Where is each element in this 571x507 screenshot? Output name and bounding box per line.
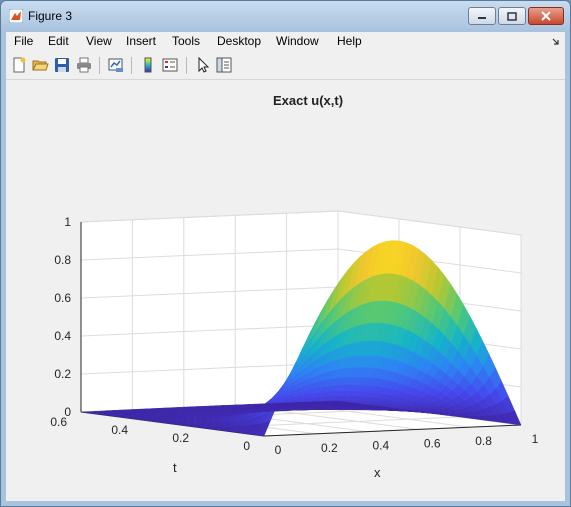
x-tick-label: 0.4: [372, 439, 389, 453]
maximize-icon: [507, 11, 517, 21]
link-plot-icon[interactable]: [107, 56, 125, 74]
menu-file[interactable]: File: [14, 34, 33, 48]
t-tick-label: 0: [243, 439, 250, 453]
matlab-icon: [9, 9, 23, 23]
figure-content: File Edit View Insert Tools Desktop Wind…: [6, 32, 565, 501]
close-icon: [541, 11, 551, 21]
x-tick-label: 1: [532, 432, 539, 446]
surface-plot[interactable]: 00.20.40.60.810 0.2 0.4 0.6 0.8 100.20.40.6 E…: [6, 81, 565, 501]
t-tick-label: 0.2: [172, 431, 189, 445]
z-tick-label: 0.2: [54, 367, 71, 381]
print-icon[interactable]: [75, 56, 93, 74]
t-tick-label: 0.4: [111, 423, 128, 437]
x-axis-label: x: [374, 465, 381, 480]
edit-plot-icon[interactable]: [194, 56, 212, 74]
t-tick-label: 0.6: [50, 415, 67, 429]
menu-desktop[interactable]: Desktop: [217, 34, 261, 48]
save-icon[interactable]: [53, 56, 71, 74]
menu-view[interactable]: View: [86, 34, 112, 48]
figure-window: Figure 3 File Edit View Insert Tools Des…: [0, 0, 571, 507]
z-tick-label: 1: [64, 215, 71, 229]
minimize-icon: [478, 17, 486, 19]
menu-tools[interactable]: Tools: [172, 34, 200, 48]
x-tick-label: 0.2: [321, 441, 338, 455]
toolbar-separator: [99, 57, 100, 74]
menu-bar: File Edit View Insert Tools Desktop Wind…: [6, 32, 565, 52]
z-tick-label: 0.4: [54, 329, 71, 343]
z-tick-label: 0.8: [54, 253, 71, 267]
property-inspector-icon[interactable]: [215, 56, 233, 74]
insert-legend-icon[interactable]: [161, 56, 179, 74]
window-title: Figure 3: [28, 9, 73, 23]
x-tick-label: 0: [275, 443, 282, 457]
menu-edit[interactable]: Edit: [48, 34, 69, 48]
y-axis-label: t: [173, 460, 177, 475]
toolbar-separator: [186, 57, 187, 74]
plot-area: 0 0.2 0.4 0.6 0.8 1 0 0.2 0.4 0.6 0.8 1 0 0.2 0.4 0.6 E…: [6, 81, 565, 501]
toolbar: [6, 53, 565, 80]
toolbar-separator: [131, 57, 132, 74]
insert-colorbar-icon[interactable]: [139, 56, 157, 74]
menu-help[interactable]: Help: [337, 34, 362, 48]
close-button[interactable]: [528, 7, 564, 25]
minimize-button[interactable]: [468, 7, 496, 25]
z-tick-label: 0.6: [54, 291, 71, 305]
x-tick-label: 0.6: [424, 436, 441, 450]
title-bar[interactable]: Figure 3: [1, 1, 570, 31]
maximize-button[interactable]: [498, 7, 526, 25]
menu-window[interactable]: Window: [276, 34, 319, 48]
menu-insert[interactable]: Insert: [126, 34, 156, 48]
chart-title: Exact u(x,t): [273, 93, 343, 108]
open-icon[interactable]: [31, 56, 49, 74]
x-tick-label: 0.8: [475, 434, 492, 448]
dock-arrow-icon[interactable]: [552, 38, 560, 46]
new-figure-icon[interactable]: [10, 56, 28, 74]
